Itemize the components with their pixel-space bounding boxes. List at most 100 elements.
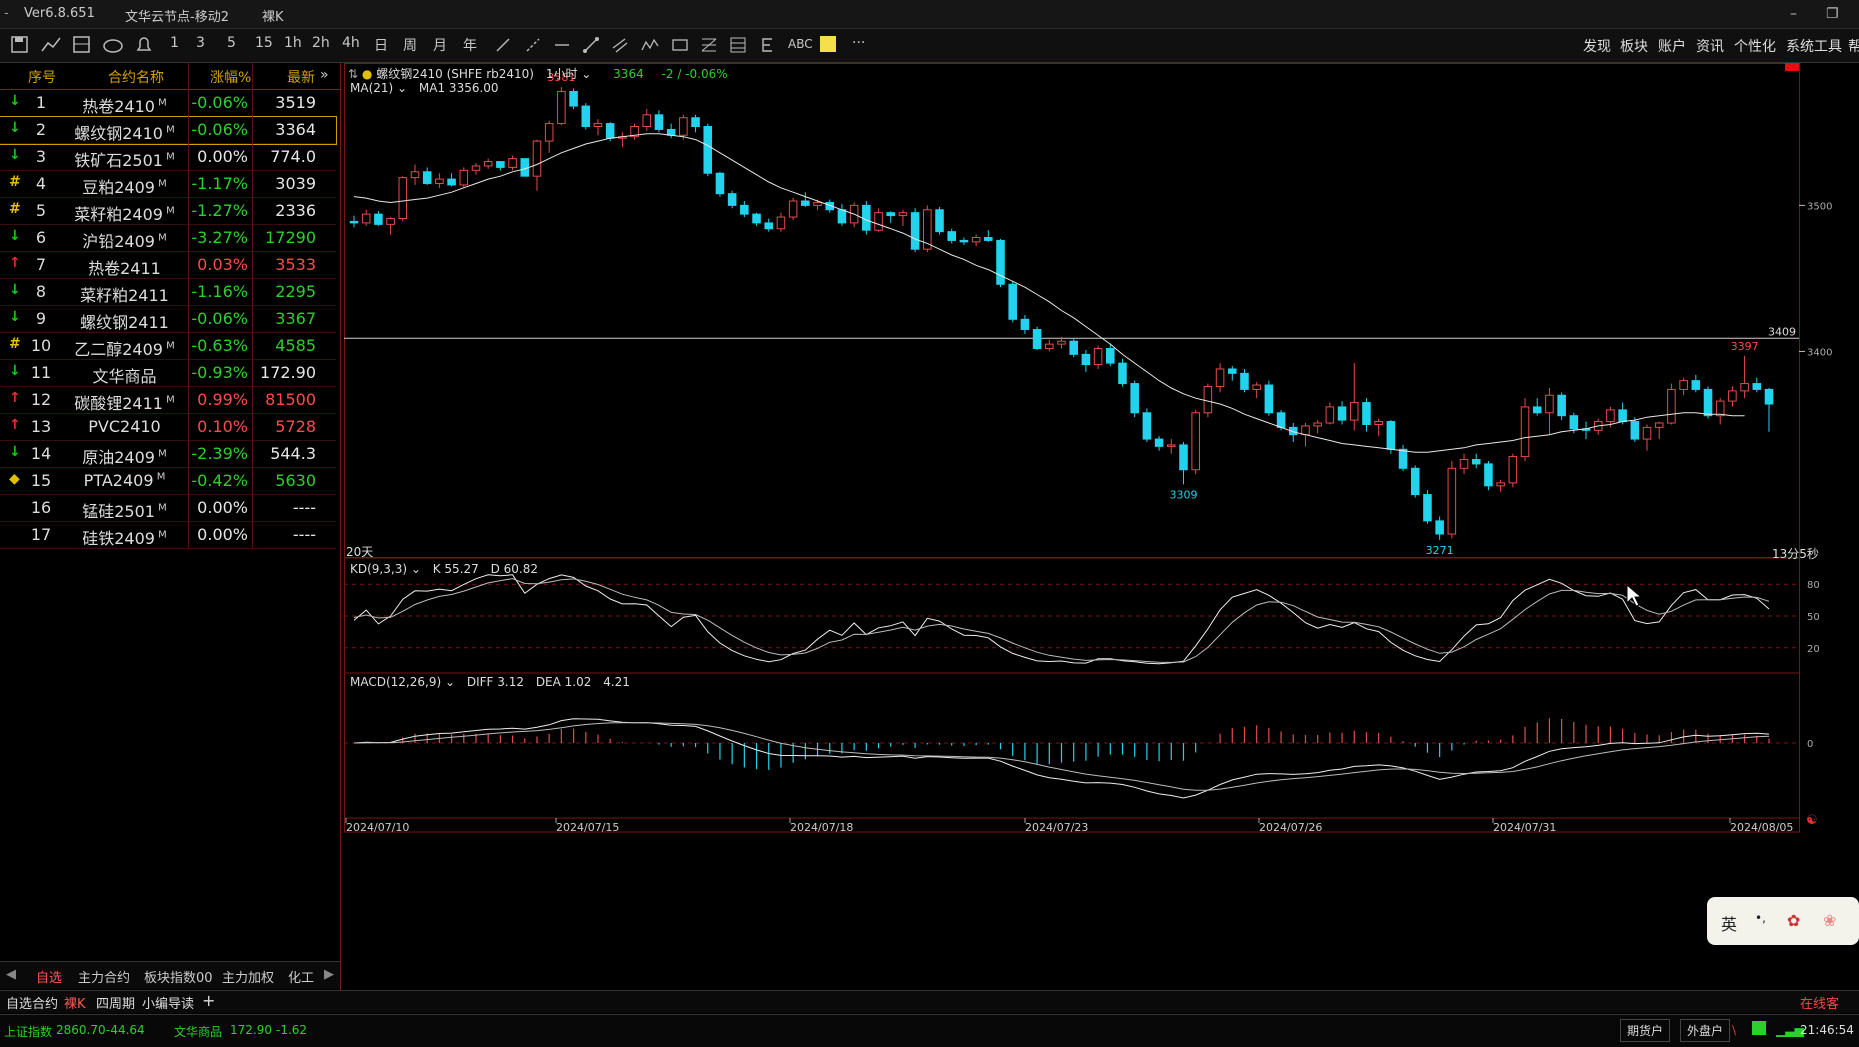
menu-help[interactable]: 帮 [1848, 36, 1859, 56]
ma-label[interactable]: MA(21) [350, 81, 393, 95]
draw-wave-icon[interactable] [640, 36, 660, 54]
app-menu-icon[interactable]: - [4, 6, 9, 21]
watchlist-row[interactable]: ↓ 3 铁矿石2501 M 0.00% 774.0 [0, 144, 336, 171]
draw-line-icon[interactable] [494, 36, 512, 54]
add-tab-icon[interactable]: + [202, 991, 215, 1010]
ime-skin-icon[interactable]: ✿ [1787, 911, 1800, 930]
period-day[interactable]: 日 [374, 35, 388, 55]
draw-ray-icon[interactable] [524, 36, 542, 54]
period-2h[interactable]: 2h [312, 35, 330, 51]
period-1h[interactable]: 1h [284, 35, 302, 51]
watchlist-row[interactable]: ↑ 12 碳酸锂2411 M 0.99% 81500 [0, 387, 336, 414]
menu-personalize[interactable]: 个性化 [1734, 36, 1776, 56]
chevron-down-icon[interactable]: ⌄ [445, 675, 455, 689]
period-week[interactable]: 周 [403, 35, 417, 55]
period-15m[interactable]: 15 [255, 35, 273, 51]
watchlist-row[interactable]: ↓ 6 沪铅2409 M -3.27% 17290 [0, 225, 336, 252]
tab-watch-contracts[interactable]: 自选合约 [6, 993, 58, 1012]
online-status[interactable]: 在线客 [1800, 993, 1839, 1012]
futures-account-button[interactable]: 期货户 [1620, 1019, 1671, 1042]
chevron-down-icon[interactable]: ⌄ [581, 67, 591, 81]
ime-lang[interactable]: 英 [1721, 911, 1737, 935]
watchlist-row[interactable]: #4 豆粕2409 M -1.17% 3039 [0, 171, 336, 198]
period-1m[interactable]: 1 [170, 35, 179, 51]
col-pct[interactable]: 涨幅% [210, 67, 251, 87]
tab-editor-guide[interactable]: 小编导读 [142, 993, 194, 1012]
expand-columns-icon[interactable]: » [320, 67, 329, 83]
kline-chart[interactable]: 340935003400358132713309339720508002024/… [344, 63, 1859, 990]
chart-area[interactable]: 3409 3500 3400 3581 3271 3309 3397 20 50 80 0 2024/… [344, 63, 1859, 990]
draw-segment-icon[interactable] [582, 36, 600, 54]
watchlist-row[interactable]: #10 乙二醇2409 M -0.63% 4585 [0, 333, 336, 360]
tab-four-period[interactable]: 四周期 [96, 993, 135, 1012]
period-month[interactable]: 月 [433, 35, 447, 55]
cloud-sync-icon[interactable] [102, 35, 124, 55]
draw-gann-icon[interactable] [729, 36, 747, 54]
chevron-down-icon[interactable]: ⌄ [397, 81, 407, 95]
view-mode[interactable]: 裸K [262, 6, 284, 25]
kd-label[interactable]: KD(9,3,3) [350, 562, 407, 576]
kline-grid-icon[interactable] [72, 35, 92, 55]
ime-punct[interactable]: •, [1755, 911, 1766, 925]
draw-rect-icon[interactable] [671, 36, 689, 54]
tab-main-weighted[interactable]: 主力加权 [222, 967, 274, 986]
save-icon[interactable] [10, 35, 30, 55]
foreign-account-button[interactable]: 外盘户 [1680, 1019, 1731, 1042]
menu-discover[interactable]: 发现 [1583, 36, 1611, 56]
watchlist-row[interactable]: ↓ 11 文华商品 -0.93% 172.90 [0, 360, 336, 387]
watchlist-row[interactable]: ↓ 14 原油2409 M -2.39% 544.3 [0, 441, 336, 468]
color-swatch[interactable] [820, 36, 836, 52]
draw-fib-icon[interactable] [700, 36, 718, 54]
watchlist-row[interactable]: ↓ 9 螺纹钢2411 -0.06% 3367 [0, 306, 336, 333]
tab-watchlist[interactable]: 自选 [36, 967, 62, 986]
text-tool[interactable]: ABC [788, 37, 813, 51]
draw-channel-icon[interactable] [611, 36, 629, 54]
tab-main-contracts[interactable]: 主力合约 [78, 967, 130, 986]
chart-link-icon[interactable]: ⇅ [348, 67, 358, 81]
watchlist-row[interactable]: ↑ 13 PVC2410 0.10% 5728 [0, 414, 336, 441]
watchlist-row[interactable]: ↓ 1 热卷2410 M -0.06% 3519 [0, 90, 336, 117]
chart-period[interactable]: 1小时 [546, 67, 578, 81]
col-last[interactable]: 最新 [287, 67, 315, 87]
macd-label[interactable]: MACD(12,26,9) [350, 675, 441, 689]
col-name[interactable]: 合约名称 [108, 67, 164, 87]
watchlist-row[interactable]: 16 锰硅2501 M 0.00% ---- [0, 495, 336, 522]
tab-prev-icon[interactable]: ◀ [6, 967, 16, 982]
watchlist-row[interactable]: #5 菜籽粕2409 M -1.27% 2336 [0, 198, 336, 225]
server-name[interactable]: 文华云节点-移动2 [125, 6, 229, 25]
watchlist-row[interactable]: 17 硅铁2409 M 0.00% ---- [0, 522, 336, 549]
kd-legend[interactable]: KD(9,3,3) ⌄ K 55.27 D 60.82 [350, 562, 538, 576]
menu-sector[interactable]: 板块 [1620, 36, 1648, 56]
menu-system-tools[interactable]: 系统工具 [1786, 36, 1842, 56]
line-chart-icon[interactable] [40, 35, 62, 55]
period-year[interactable]: 年 [463, 35, 477, 55]
macd-legend[interactable]: MACD(12,26,9) ⌄ DIFF 3.12 DEA 1.02 4.21 [350, 675, 630, 689]
watchlist-row[interactable]: ◆ 15 PTA2409 M -0.42% 5630 [0, 468, 336, 495]
tab-next-icon[interactable]: ▶ [324, 967, 334, 982]
contract-name[interactable]: 螺纹钢2410 [376, 67, 443, 81]
menu-news[interactable]: 资讯 [1696, 36, 1724, 56]
more-tools[interactable]: ··· [852, 35, 865, 51]
watchlist-row[interactable]: ↓ 2 螺纹钢2410 M -0.06% 3364 [0, 116, 337, 145]
draw-e-icon[interactable] [758, 36, 776, 54]
col-no[interactable]: 序号 [28, 67, 56, 87]
tab-naked-k[interactable]: 裸K [64, 993, 86, 1012]
alarm-bell-icon[interactable] [134, 35, 154, 55]
contract-name: PVC2410 [88, 417, 161, 436]
restore-icon[interactable]: ❐ [1826, 6, 1839, 22]
period-3m[interactable]: 3 [196, 35, 205, 51]
draw-hline-icon[interactable] [553, 36, 571, 54]
watchlist-row[interactable]: ↓ 8 菜籽粕2411 -1.16% 2295 [0, 279, 336, 306]
chevron-down-icon[interactable]: ⌄ [411, 562, 421, 576]
period-5m[interactable]: 5 [227, 35, 236, 51]
online-service-icon[interactable]: ☯ [1806, 813, 1818, 828]
tab-sector-index[interactable]: 板块指数00 [144, 967, 213, 986]
ma-legend[interactable]: MA(21) ⌄ MA1 3356.00 [350, 81, 499, 95]
period-4h[interactable]: 4h [342, 35, 360, 51]
minimize-icon[interactable]: – [1790, 6, 1797, 22]
candle-body [1008, 283, 1017, 320]
tab-chemical[interactable]: 化工 [288, 967, 314, 986]
watchlist-row[interactable]: ↑ 7 热卷2411 0.03% 3533 [0, 252, 336, 279]
ime-toolbar[interactable]: 英 •, ✿ ❀ [1707, 897, 1859, 945]
menu-account[interactable]: 账户 [1658, 36, 1686, 56]
